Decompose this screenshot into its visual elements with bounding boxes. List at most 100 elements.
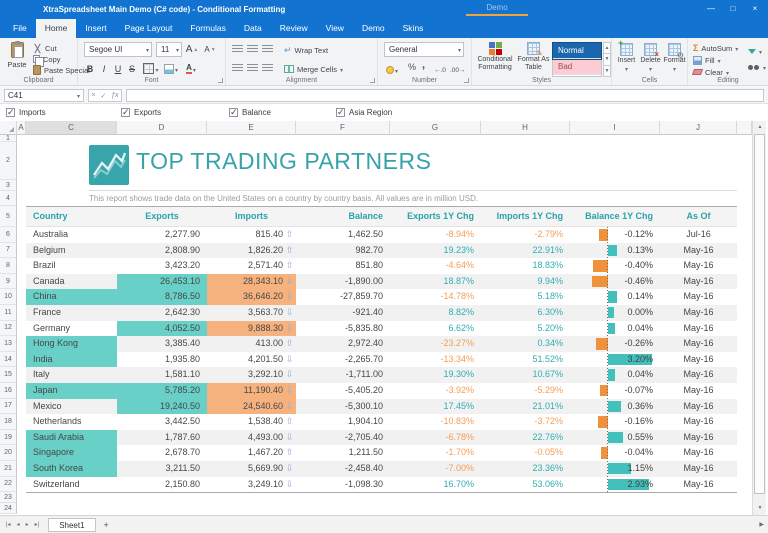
cell-country[interactable]: Mexico <box>26 399 117 415</box>
ribbon-tab-file[interactable]: File <box>4 19 36 38</box>
vertical-scrollbar-thumb[interactable] <box>754 134 765 494</box>
filter-asia-region[interactable]: Asia Region <box>336 107 392 118</box>
decrease-decimal-button[interactable] <box>450 64 466 74</box>
cell-imports[interactable]: 815.40⇧ <box>207 227 296 243</box>
cell-imports-1y-chg[interactable]: 23.36% <box>481 461 570 477</box>
cell-exports-1y-chg[interactable]: 6.62% <box>390 321 481 337</box>
table-row-india[interactable]: India1,935.804,201.50⇩-2,265.70-13.34%51… <box>26 352 737 368</box>
cell-balance[interactable]: -2,458.40 <box>296 461 390 477</box>
row-header-22[interactable]: 22 <box>0 477 17 493</box>
conditional-formatting-button[interactable]: Conditional Formatting <box>474 42 516 72</box>
cell-exports-1y-chg[interactable]: -10.83% <box>390 414 481 430</box>
align-middle-icon[interactable] <box>247 45 258 54</box>
delete-cells-button[interactable]: × Delete <box>640 43 661 74</box>
align-top-icon[interactable] <box>232 45 243 54</box>
table-header-country[interactable]: Country <box>26 207 117 226</box>
cell-imports-1y-chg[interactable]: 6.30% <box>481 305 570 321</box>
cell-balance-1y-chg[interactable]: -0.46% <box>570 274 660 290</box>
cell-balance[interactable]: -921.40 <box>296 305 390 321</box>
cell-balance[interactable]: 1,211.50 <box>296 445 390 461</box>
table-row-netherlands[interactable]: Netherlands3,442.501,538.40⇧1,904.10-10.… <box>26 414 737 430</box>
cell-exports-1y-chg[interactable]: -3.92% <box>390 383 481 399</box>
cell-imports[interactable]: 11,190.40⇩ <box>207 383 296 399</box>
cell-exports[interactable]: 3,385.40 <box>117 336 207 352</box>
cell-balance[interactable]: -1,890.00 <box>296 274 390 290</box>
table-header-balance-1y-chg[interactable]: Balance 1Y Chg <box>570 207 660 226</box>
align-center-icon[interactable] <box>247 64 258 73</box>
cell-exports-1y-chg[interactable]: 19.23% <box>390 243 481 259</box>
row-header-21[interactable]: 21 <box>0 461 17 477</box>
cell-imports-1y-chg[interactable]: 5.18% <box>481 289 570 305</box>
cell-balance[interactable]: 851.80 <box>296 258 390 274</box>
cell-balance[interactable]: 982.70 <box>296 243 390 259</box>
cell-exports[interactable]: 3,423.20 <box>117 258 207 274</box>
cell-imports[interactable]: 5,669.90⇩ <box>207 461 296 477</box>
cell-as-of[interactable]: May-16 <box>660 461 737 477</box>
insert-cells-button[interactable]: + Insert <box>616 43 637 74</box>
table-header-imports-1y-chg[interactable]: Imports 1Y Chg <box>481 207 570 226</box>
cell-exports-1y-chg[interactable]: 16.70% <box>390 477 481 493</box>
row-header-1[interactable]: 1 <box>0 135 17 142</box>
align-right-icon[interactable] <box>262 64 273 73</box>
cell-exports-1y-chg[interactable]: 8.82% <box>390 305 481 321</box>
ribbon-tab-formulas[interactable]: Formulas <box>181 19 234 38</box>
select-all-corner[interactable] <box>0 121 17 135</box>
cell-imports[interactable]: 1,538.40⇧ <box>207 414 296 430</box>
row-header-24[interactable]: 24 <box>0 503 17 514</box>
gallery-down-icon[interactable]: ▼ <box>603 54 611 65</box>
cell-imports[interactable]: 1,467.20⇧ <box>207 445 296 461</box>
cell-imports[interactable]: 9,888.30⇩ <box>207 321 296 337</box>
bold-button[interactable]: B <box>84 61 96 76</box>
cell-exports-1y-chg[interactable]: -13.34% <box>390 352 481 368</box>
cell-as-of[interactable]: Jul-16 <box>660 227 737 243</box>
clear-button[interactable]: Clear <box>693 67 729 77</box>
cell-country[interactable]: Hong Kong <box>26 336 117 352</box>
borders-button[interactable] <box>142 61 160 76</box>
row-header-5[interactable]: 5 <box>0 206 17 227</box>
cancel-icon[interactable]: × <box>91 92 95 99</box>
cell-country[interactable]: Switzerland <box>26 477 117 493</box>
cell-exports-1y-chg[interactable]: -1.70% <box>390 445 481 461</box>
cell-imports[interactable]: 3,292.10⇩ <box>207 367 296 383</box>
font-size-select[interactable]: 11 <box>156 42 182 57</box>
row-header-7[interactable]: 7 <box>0 243 17 259</box>
cell-country[interactable]: Brazil <box>26 258 117 274</box>
cell-balance-1y-chg[interactable]: -0.12% <box>570 227 660 243</box>
row-header-14[interactable]: 14 <box>0 352 17 368</box>
cell-exports[interactable]: 1,935.80 <box>117 352 207 368</box>
row-header-20[interactable]: 20 <box>0 445 17 461</box>
cell-balance-1y-chg[interactable]: 0.04% <box>570 321 660 337</box>
cell-balance-1y-chg[interactable]: 1.15% <box>570 461 660 477</box>
cell-imports-1y-chg[interactable]: 51.52% <box>481 352 570 368</box>
checkbox-imports[interactable] <box>6 108 15 117</box>
table-row-brazil[interactable]: Brazil3,423.202,571.40⇧851.80-4.64%18.83… <box>26 258 737 274</box>
strikethrough-button[interactable]: S <box>126 61 138 76</box>
cell-imports-1y-chg[interactable]: -3.72% <box>481 414 570 430</box>
cell-country[interactable]: France <box>26 305 117 321</box>
cell-imports-1y-chg[interactable]: 53.06% <box>481 477 570 493</box>
table-row-singapore[interactable]: Singapore2,678.701,467.20⇧1,211.50-1.70%… <box>26 445 737 461</box>
cell-imports-1y-chg[interactable]: 9.94% <box>481 274 570 290</box>
table-row-australia[interactable]: Australia2,277.90815.40⇧1,462.50-8.94%-2… <box>26 227 737 243</box>
table-row-germany[interactable]: Germany4,052.509,888.30⇩-5,835.806.62%5.… <box>26 321 737 337</box>
style-normal[interactable]: Normal <box>553 43 601 59</box>
ribbon-tab-view[interactable]: View <box>317 19 353 38</box>
merge-cells-button[interactable]: Merge Cells <box>284 64 343 74</box>
italic-button[interactable]: I <box>98 61 110 76</box>
cell-imports[interactable]: 24,540.60⇩ <box>207 399 296 415</box>
cell-balance-1y-chg[interactable]: -0.40% <box>570 258 660 274</box>
cell-country[interactable]: Japan <box>26 383 117 399</box>
row-header-6[interactable]: 6 <box>0 227 17 243</box>
style-bad[interactable]: Bad <box>553 59 601 75</box>
enter-icon[interactable]: ✓ <box>100 92 106 100</box>
cell-balance-1y-chg[interactable]: 0.14% <box>570 289 660 305</box>
table-header-imports[interactable]: Imports <box>207 207 296 226</box>
cell-balance-1y-chg[interactable]: -0.07% <box>570 383 660 399</box>
vertical-scrollbar[interactable]: ▲ ▼ <box>752 121 766 515</box>
add-sheet-button[interactable]: + <box>96 520 117 530</box>
cell-country[interactable]: Saudi Arabia <box>26 430 117 446</box>
cell-imports-1y-chg[interactable]: 5.20% <box>481 321 570 337</box>
cell-balance[interactable]: 1,904.10 <box>296 414 390 430</box>
cell-country[interactable]: India <box>26 352 117 368</box>
cell-exports[interactable]: 26,453.10 <box>117 274 207 290</box>
